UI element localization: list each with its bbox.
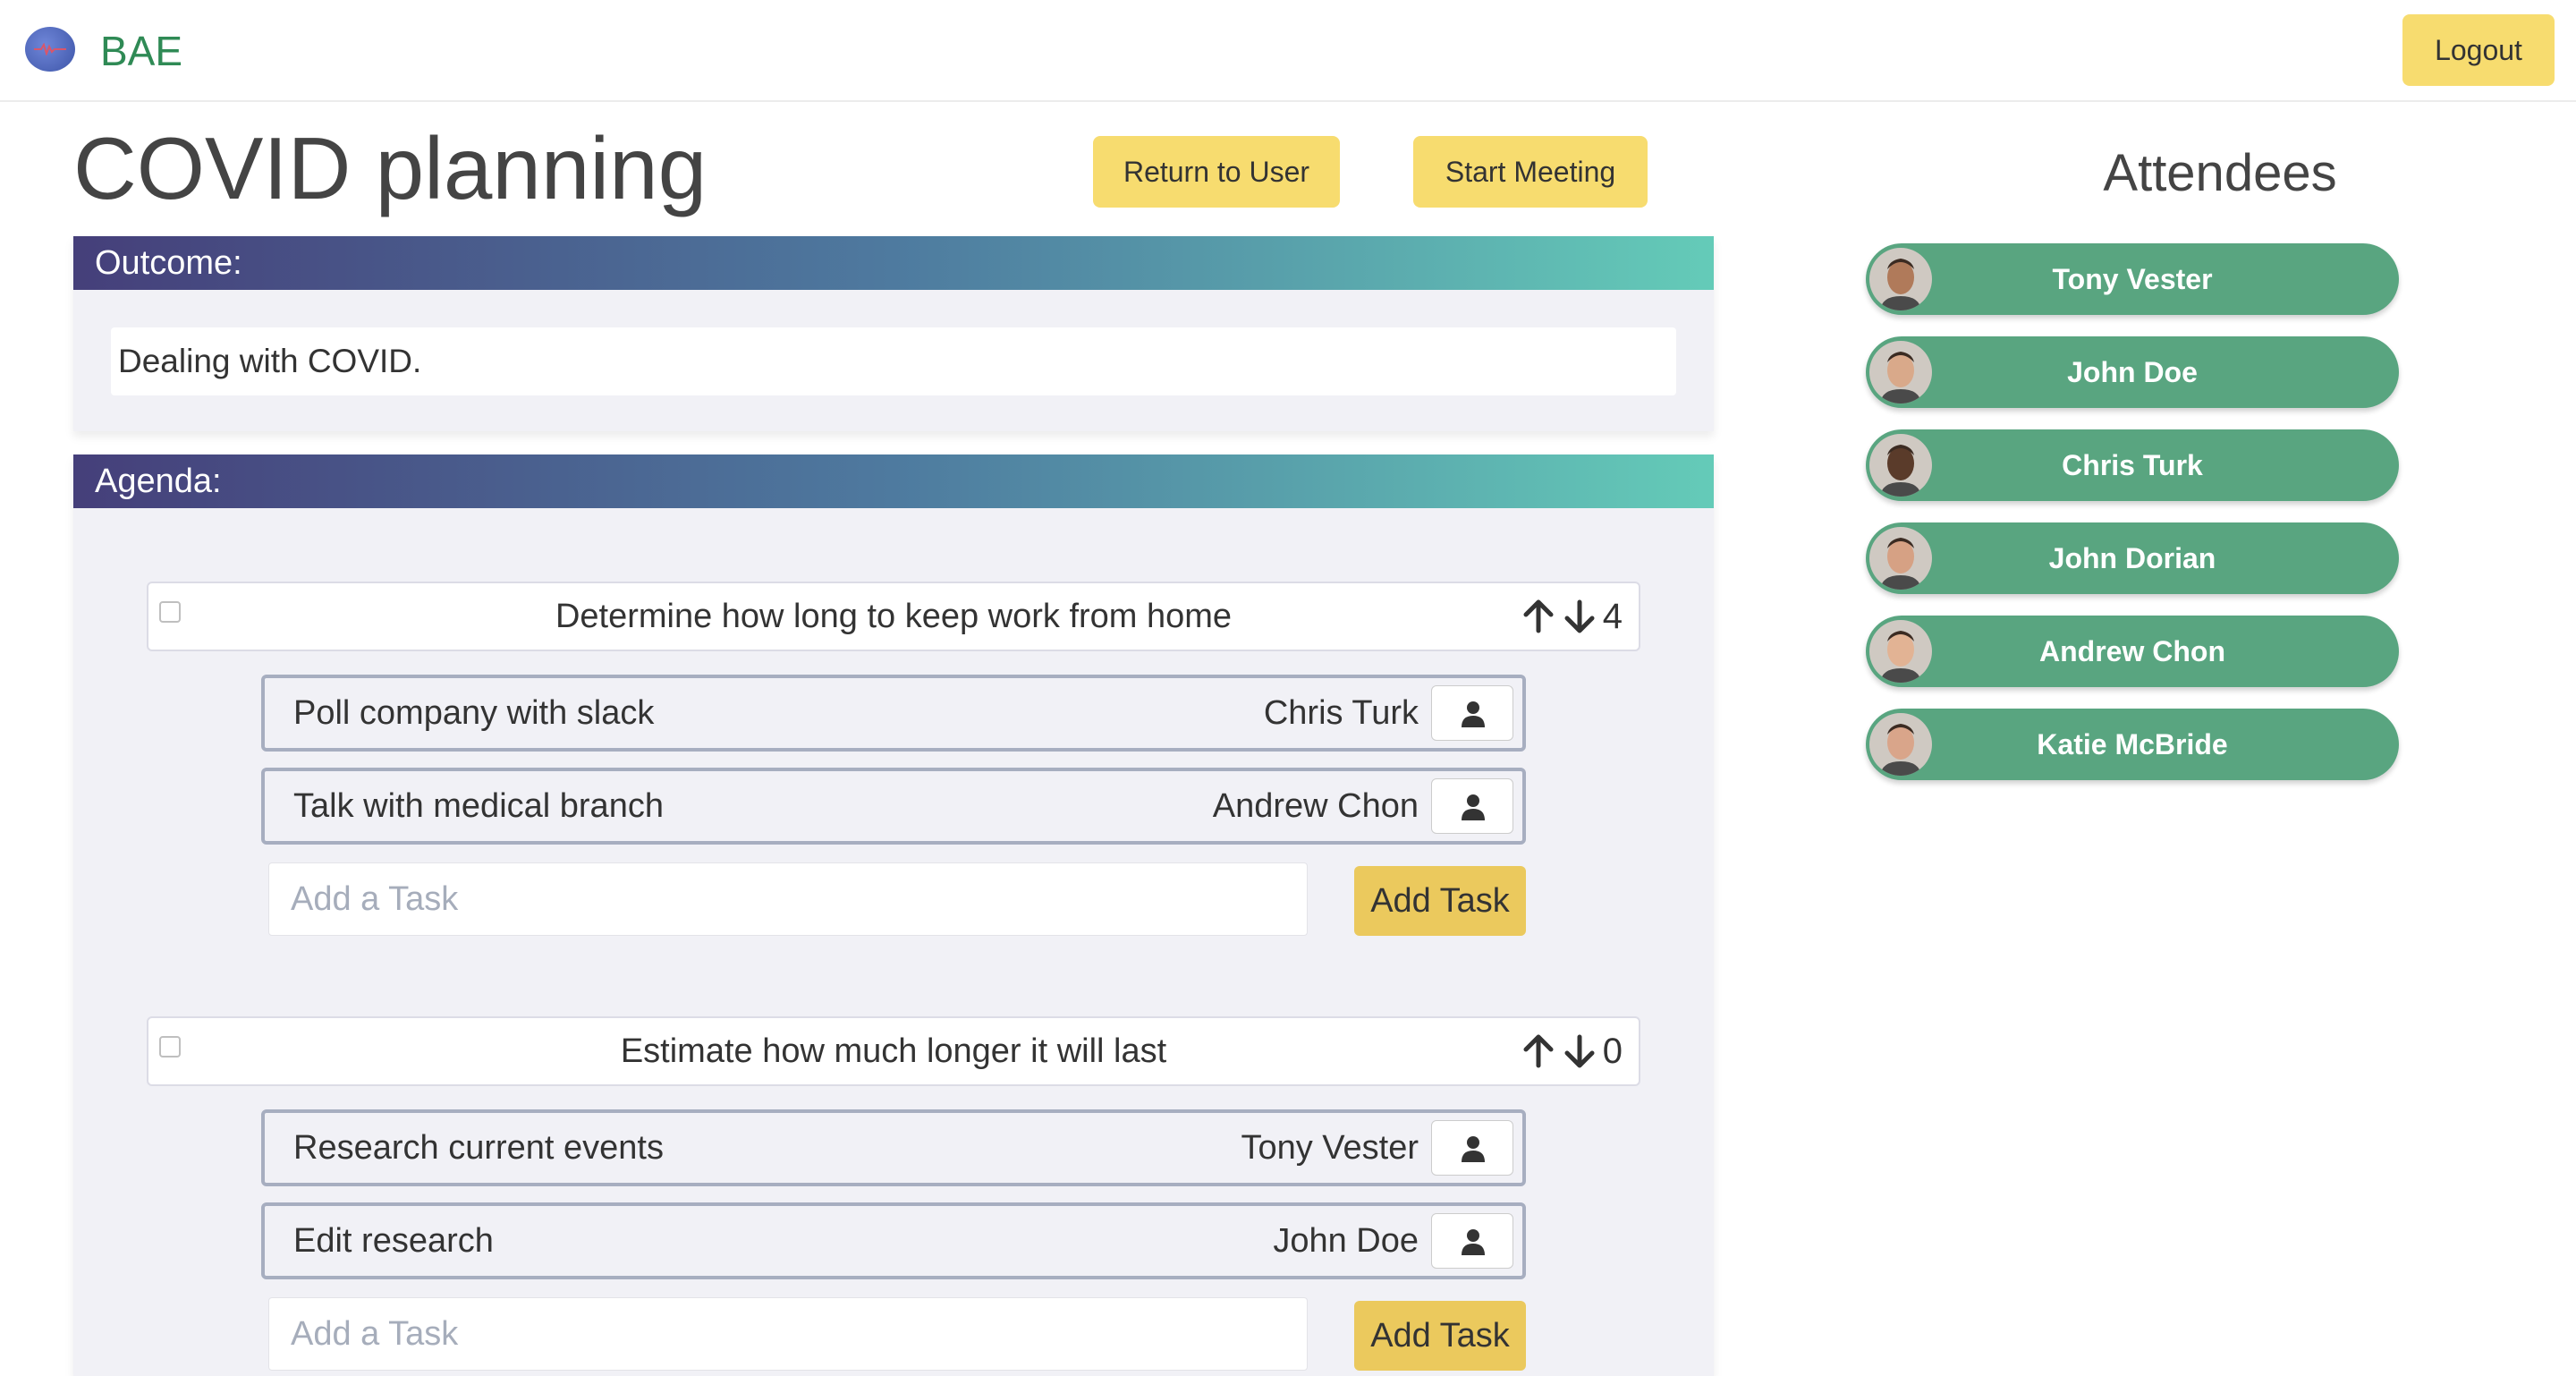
assign-user-button[interactable] — [1431, 685, 1513, 741]
assign-user-button[interactable] — [1431, 778, 1513, 834]
attendee-name: John Doe — [2067, 356, 2198, 388]
outcome-panel: Outcome: Dealing with COVID. — [73, 236, 1714, 431]
task-row: Talk with medical branch Andrew Chon — [261, 768, 1526, 845]
add-task-button[interactable]: Add Task — [1354, 866, 1526, 936]
task-name: Talk with medical branch — [293, 787, 664, 825]
logout-button[interactable]: Logout — [2402, 14, 2555, 86]
task-name: Poll company with slack — [293, 694, 655, 732]
navbar: BAE Logout — [0, 0, 2576, 102]
agenda-item-title: Estimate how much longer it will last — [620, 1032, 1167, 1070]
agenda-panel: Agenda: Determine how long to keep work … — [73, 454, 1714, 1376]
task-row: Edit research John Doe — [261, 1202, 1526, 1279]
user-icon — [1462, 1136, 1485, 1162]
attendee-pill[interactable]: John Doe — [1866, 336, 2399, 408]
attendee-name: Tony Vester — [2052, 263, 2213, 295]
arrow-down-icon[interactable] — [1562, 599, 1597, 634]
agenda-item: Estimate how much longer it will last 0 — [147, 1016, 1640, 1086]
add-task-input[interactable] — [268, 862, 1308, 936]
assign-user-button[interactable] — [1431, 1213, 1513, 1269]
add-task-input[interactable] — [268, 1297, 1308, 1371]
agenda-item-controls: 4 — [1521, 583, 1623, 650]
arrow-up-icon[interactable] — [1521, 599, 1556, 634]
arrow-up-icon[interactable] — [1521, 1033, 1556, 1069]
user-icon — [1462, 794, 1485, 820]
task-assignee: John Doe — [1273, 1222, 1419, 1260]
attendee-name: Chris Turk — [2062, 449, 2203, 481]
user-icon — [1462, 1229, 1485, 1255]
task-assignee: Tony Vester — [1241, 1129, 1419, 1167]
add-task-button[interactable]: Add Task — [1354, 1301, 1526, 1371]
assign-user-button[interactable] — [1431, 1120, 1513, 1176]
start-meeting-button[interactable]: Start Meeting — [1413, 136, 1648, 208]
return-to-user-button[interactable]: Return to User — [1093, 136, 1340, 208]
task-assignee: Andrew Chon — [1212, 787, 1419, 825]
vote-count: 0 — [1602, 1032, 1623, 1071]
task-name: Research current events — [293, 1129, 664, 1167]
agenda-heading: Agenda: — [73, 454, 1714, 508]
outcome-text: Dealing with COVID. — [111, 327, 1676, 395]
user-icon — [1462, 701, 1485, 727]
attendee-pill[interactable]: Tony Vester — [1866, 243, 2399, 315]
attendees-title: Attendees — [2103, 144, 2337, 202]
heartbeat-logo-icon[interactable] — [25, 27, 75, 72]
page-title: COVID planning — [73, 119, 708, 217]
task-assignee: Chris Turk — [1263, 694, 1419, 732]
agenda-item-controls: 0 — [1521, 1018, 1623, 1084]
task-name: Edit research — [293, 1222, 494, 1260]
attendee-name: John Dorian — [2048, 542, 2216, 574]
attendee-name: Katie McBride — [2037, 728, 2228, 760]
attendee-pill[interactable]: Chris Turk — [1866, 429, 2399, 501]
outcome-heading: Outcome: — [73, 236, 1714, 290]
vote-count: 4 — [1602, 597, 1623, 636]
attendee-pill[interactable]: John Dorian — [1866, 522, 2399, 594]
agenda-item: Determine how long to keep work from hom… — [147, 582, 1640, 651]
attendee-name: Andrew Chon — [2039, 635, 2225, 667]
task-row: Research current events Tony Vester — [261, 1109, 1526, 1186]
arrow-down-icon[interactable] — [1562, 1033, 1597, 1069]
brand-name[interactable]: BAE — [100, 27, 182, 75]
attendee-pill[interactable]: Andrew Chon — [1866, 616, 2399, 687]
attendee-pill[interactable]: Katie McBride — [1866, 709, 2399, 780]
task-row: Poll company with slack Chris Turk — [261, 675, 1526, 752]
agenda-item-title: Determine how long to keep work from hom… — [555, 598, 1233, 635]
